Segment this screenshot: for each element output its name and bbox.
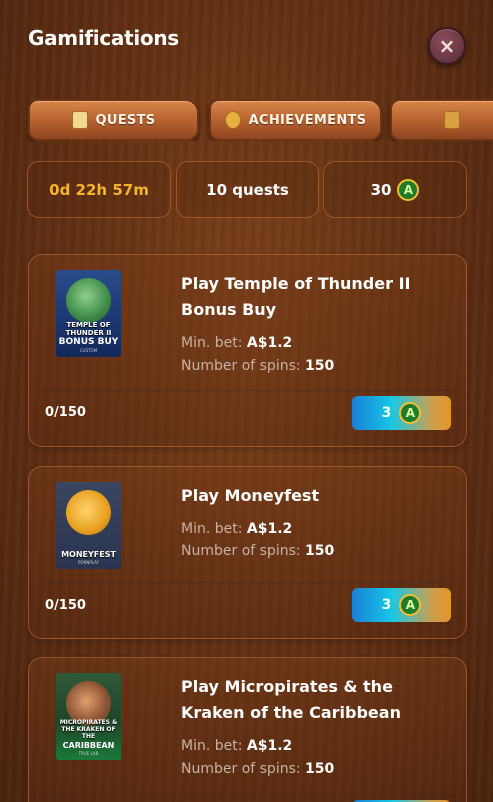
quest-card[interactable]: MONEYFEST PORNPLAY Play Moneyfest Min. b… <box>28 466 467 639</box>
min-bet: Min. bet: A$1.2 <box>181 738 293 754</box>
min-bet: Min. bet: A$1.2 <box>181 521 293 537</box>
game-art <box>66 278 111 323</box>
timer-value: 0d 22h 57m <box>49 180 149 199</box>
tab-chest[interactable] <box>390 99 493 141</box>
min-bet-value: A$1.2 <box>246 521 293 537</box>
tab-bar: QUESTS ACHIEVEMENTS <box>28 99 493 141</box>
quests-count-stat: 10 quests <box>176 161 319 218</box>
game-thumbnail[interactable]: TEMPLE OF THUNDER II BONUS BUY CUSTOM <box>56 270 121 357</box>
quest-scroll-icon <box>71 111 88 129</box>
game-provider: TRUE LAB <box>78 751 99 756</box>
quest-title: Play Temple of Thunder II Bonus Buy <box>181 274 411 319</box>
reward-value: 3 <box>381 405 392 421</box>
coin-icon: A <box>399 594 422 616</box>
coin-icon: A <box>397 178 420 201</box>
min-bet: Min. bet: A$1.2 <box>181 335 293 351</box>
reward-value: 3 <box>381 597 392 613</box>
spins-value: 150 <box>305 543 335 559</box>
card-divider <box>39 795 456 796</box>
tab-achievements-label: ACHIEVEMENTS <box>248 112 367 128</box>
tab-quests-label: QUESTS <box>95 112 156 128</box>
tab-quests[interactable]: QUESTS <box>28 99 199 141</box>
game-provider: PORNPLAY <box>78 560 99 565</box>
medal-icon <box>224 111 241 129</box>
timer-stat: 0d 22h 57m <box>27 161 171 218</box>
quest-title: Play Micropirates & the Kraken of the Ca… <box>181 677 401 722</box>
quests-count-value: 10 quests <box>206 180 289 199</box>
card-divider <box>39 390 456 391</box>
stats-row: 0d 22h 57m 10 quests 30 A <box>27 161 467 218</box>
quest-progress: 0/150 <box>45 598 86 613</box>
points-value: 30 <box>370 180 392 199</box>
reward-badge: 3 A <box>352 396 451 430</box>
quest-progress: 0/150 <box>45 405 86 420</box>
tab-achievements[interactable]: ACHIEVEMENTS <box>209 99 382 141</box>
game-art <box>66 490 111 535</box>
page-title: Gamifications <box>28 26 179 50</box>
card-divider <box>39 582 456 583</box>
spins-count: Number of spins: 150 <box>181 543 335 559</box>
points-stat: 30 A <box>323 161 467 218</box>
game-sub: CARIBBEAN <box>62 741 115 750</box>
game-thumbnail[interactable]: MONEYFEST PORNPLAY <box>56 482 121 569</box>
game-name: TEMPLE OF THUNDER II <box>65 320 112 337</box>
game-provider: CUSTOM <box>79 348 98 353</box>
close-button[interactable]: × <box>428 27 466 65</box>
coin-icon: A <box>399 402 422 424</box>
quest-title: Play Moneyfest <box>181 486 320 505</box>
spins-count: Number of spins: 150 <box>181 358 335 374</box>
close-icon: × <box>438 34 456 58</box>
spins-value: 150 <box>305 761 335 777</box>
game-name: MONEYFEST <box>61 549 116 559</box>
spins-value: 150 <box>305 358 335 374</box>
min-bet-value: A$1.2 <box>246 335 293 351</box>
game-name: MICROPIRATES & THE KRAKEN OF THE <box>59 719 118 741</box>
game-sub: BONUS BUY <box>58 337 119 347</box>
chest-icon <box>444 111 460 129</box>
quest-card[interactable]: MICROPIRATES & THE KRAKEN OF THE CARIBBE… <box>28 657 467 802</box>
min-bet-value: A$1.2 <box>246 738 293 754</box>
reward-badge: 3 A <box>352 588 451 622</box>
spins-count: Number of spins: 150 <box>181 761 335 777</box>
quest-card[interactable]: TEMPLE OF THUNDER II BONUS BUY CUSTOM Pl… <box>28 254 467 447</box>
game-thumbnail[interactable]: MICROPIRATES & THE KRAKEN OF THE CARIBBE… <box>56 673 121 760</box>
